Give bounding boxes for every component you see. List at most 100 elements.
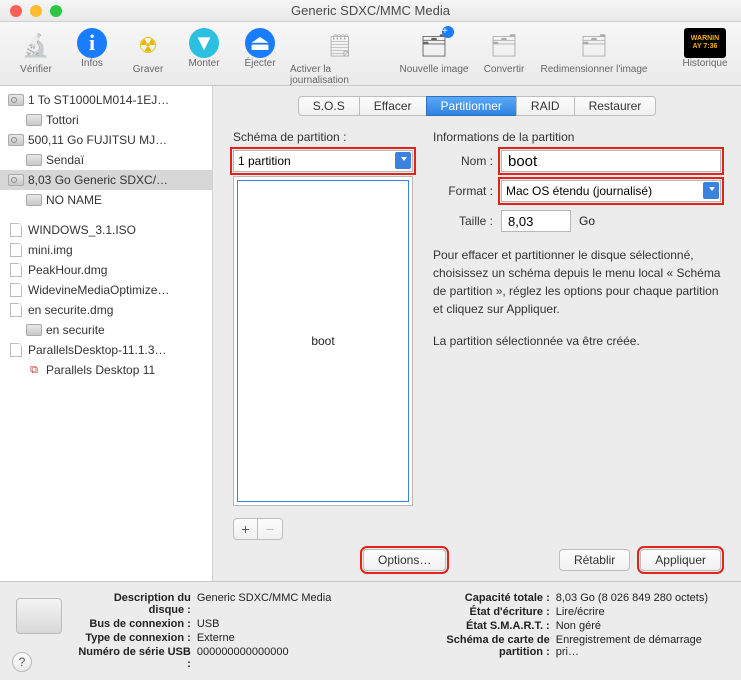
- disk-icon: [16, 598, 62, 634]
- disk-details-right: Capacité totale :8,03 Go (8 026 849 280 …: [402, 592, 725, 658]
- tab-sos[interactable]: S.O.S: [298, 96, 360, 116]
- sidebar-item-label: ParallelsDesktop-11.1.3…: [28, 343, 167, 357]
- toolbar-mount[interactable]: ▼ Monter: [178, 28, 230, 69]
- sidebar-item-label: en securite: [46, 323, 105, 337]
- minimize-button[interactable]: [30, 5, 42, 17]
- partition-name-input[interactable]: [501, 150, 721, 172]
- file-icon: [8, 283, 24, 297]
- partition-add-remove: + −: [233, 518, 283, 540]
- sidebar-item-label: mini.img: [28, 243, 73, 257]
- sidebar-item-label: Sendaï: [46, 153, 84, 167]
- sidebar-item-label: WINDOWS_3.1.ISO: [28, 223, 136, 237]
- volume-icon: [26, 193, 42, 207]
- sidebar[interactable]: 1 To ST1000LM014-1EJ… Tottori 500,11 Go FU…: [0, 86, 213, 581]
- add-partition-button[interactable]: +: [234, 519, 258, 539]
- hdd-icon: [8, 93, 24, 107]
- format-label: Format :: [433, 184, 493, 198]
- burn-icon: ☢: [130, 28, 166, 64]
- help-button[interactable]: ?: [12, 652, 32, 672]
- sidebar-item[interactable]: ParallelsDesktop-11.1.3…: [0, 340, 212, 360]
- partition-scheme-select[interactable]: [233, 150, 413, 172]
- scheme-label: Schéma de partition :: [233, 130, 413, 144]
- hdd-icon: [8, 173, 24, 187]
- sidebar-item-label: Tottori: [46, 113, 79, 127]
- tab-raid[interactable]: RAID: [516, 96, 575, 116]
- sidebar-item[interactable]: 8,03 Go Generic SDXC/…: [0, 170, 212, 190]
- toolbar: 🔬 Vérifier i Infos ☢ Graver ▼ Monter ⏏ É…: [0, 22, 741, 86]
- microscope-icon: 🔬: [18, 28, 54, 64]
- remove-partition-button[interactable]: −: [258, 519, 282, 539]
- size-unit: Go: [579, 214, 595, 228]
- toolbar-enable-journal[interactable]: 🗒 Activer la journalisation: [290, 28, 390, 86]
- sidebar-item[interactable]: PeakHour.dmg: [0, 260, 212, 280]
- tab-bar: S.O.SEffacerPartitionnerRAIDRestaurer: [233, 96, 721, 116]
- eject-icon: ⏏: [245, 28, 275, 58]
- hdd-icon: [8, 133, 24, 147]
- volume-icon: [26, 153, 42, 167]
- size-label: Taille :: [433, 214, 493, 228]
- name-label: Nom :: [433, 154, 493, 168]
- convert-icon: 🗂: [486, 28, 522, 64]
- toolbar-burn[interactable]: ☢ Graver: [122, 28, 174, 75]
- sidebar-item-label: 500,11 Go FUJITSU MJ…: [28, 133, 167, 147]
- apply-button[interactable]: Appliquer: [640, 549, 721, 571]
- file-icon: [8, 223, 24, 237]
- file-icon: [8, 243, 24, 257]
- sidebar-item[interactable]: en securite.dmg: [0, 300, 212, 320]
- toolbar-info[interactable]: i Infos: [66, 28, 118, 69]
- sidebar-item-label: PeakHour.dmg: [28, 263, 107, 277]
- sidebar-item: [0, 210, 212, 220]
- file-icon: [8, 263, 24, 277]
- toolbar-new-image[interactable]: 🗂+ Nouvelle image: [394, 28, 474, 75]
- log-icon: WARNIN AY 7:36: [684, 28, 726, 58]
- volume-icon: [26, 323, 42, 337]
- titlebar: Generic SDXC/MMC Media: [0, 0, 741, 22]
- resize-icon: 🗂: [576, 28, 612, 64]
- sidebar-item-label: Parallels Desktop 11: [46, 363, 155, 377]
- tab-effacer[interactable]: Effacer: [359, 96, 427, 116]
- zoom-button[interactable]: [50, 5, 62, 17]
- sidebar-item-label: WidevineMediaOptimize…: [28, 283, 169, 297]
- window-title: Generic SDXC/MMC Media: [0, 3, 741, 18]
- sidebar-item[interactable]: mini.img: [0, 240, 212, 260]
- partition-map[interactable]: boot: [233, 176, 413, 506]
- options-button[interactable]: Options…: [363, 549, 446, 571]
- toolbar-log[interactable]: WARNIN AY 7:36 Historique: [679, 28, 731, 69]
- partition-format-select[interactable]: [501, 180, 721, 202]
- sidebar-item[interactable]: 1 To ST1000LM014-1EJ…: [0, 90, 212, 110]
- new-image-icon: 🗂+: [416, 28, 452, 64]
- sidebar-item-label: 8,03 Go Generic SDXC/…: [28, 173, 168, 187]
- toolbar-eject[interactable]: ⏏ Éjecter: [234, 28, 286, 69]
- tab-partitionner[interactable]: Partitionner: [426, 96, 517, 116]
- partition-block-boot[interactable]: boot: [237, 180, 409, 502]
- partition-info-heading: Informations de la partition: [433, 130, 721, 144]
- toolbar-resize[interactable]: 🗂 Redimensionner l'image: [534, 28, 654, 75]
- disk-details-left: Description du disque :Generic SDXC/MMC …: [78, 592, 331, 670]
- sidebar-item[interactable]: en securite: [0, 320, 212, 340]
- main-panel: S.O.SEffacerPartitionnerRAIDRestaurer Sc…: [213, 86, 741, 581]
- revert-button[interactable]: Rétablir: [559, 549, 630, 571]
- sidebar-item[interactable]: Sendaï: [0, 150, 212, 170]
- file-icon: [8, 343, 24, 357]
- sidebar-item[interactable]: NO NAME: [0, 190, 212, 210]
- sidebar-item[interactable]: 500,11 Go FUJITSU MJ…: [0, 130, 212, 150]
- sidebar-item[interactable]: WINDOWS_3.1.ISO: [0, 220, 212, 240]
- help-text-2: La partition sélectionnée va être créée.: [433, 332, 721, 350]
- sidebar-item[interactable]: WidevineMediaOptimize…: [0, 280, 212, 300]
- package-icon: ⧉: [26, 363, 42, 377]
- sidebar-item[interactable]: Tottori: [0, 110, 212, 130]
- journal-icon: 🗒: [322, 28, 358, 64]
- mount-icon: ▼: [189, 28, 219, 58]
- volume-icon: [26, 113, 42, 127]
- toolbar-convert[interactable]: 🗂 Convertir: [478, 28, 530, 75]
- toolbar-verify[interactable]: 🔬 Vérifier: [10, 28, 62, 75]
- info-icon: i: [77, 28, 107, 58]
- tab-restaurer[interactable]: Restaurer: [574, 96, 657, 116]
- partition-size-input[interactable]: [501, 210, 571, 232]
- sidebar-item-label: NO NAME: [46, 193, 102, 207]
- sidebar-item[interactable]: ⧉ Parallels Desktop 11: [0, 360, 212, 380]
- sidebar-item-label: en securite.dmg: [28, 303, 113, 317]
- sidebar-item-label: 1 To ST1000LM014-1EJ…: [28, 93, 169, 107]
- close-button[interactable]: [10, 5, 22, 17]
- disk-details-footer: Description du disque :Generic SDXC/MMC …: [0, 581, 741, 680]
